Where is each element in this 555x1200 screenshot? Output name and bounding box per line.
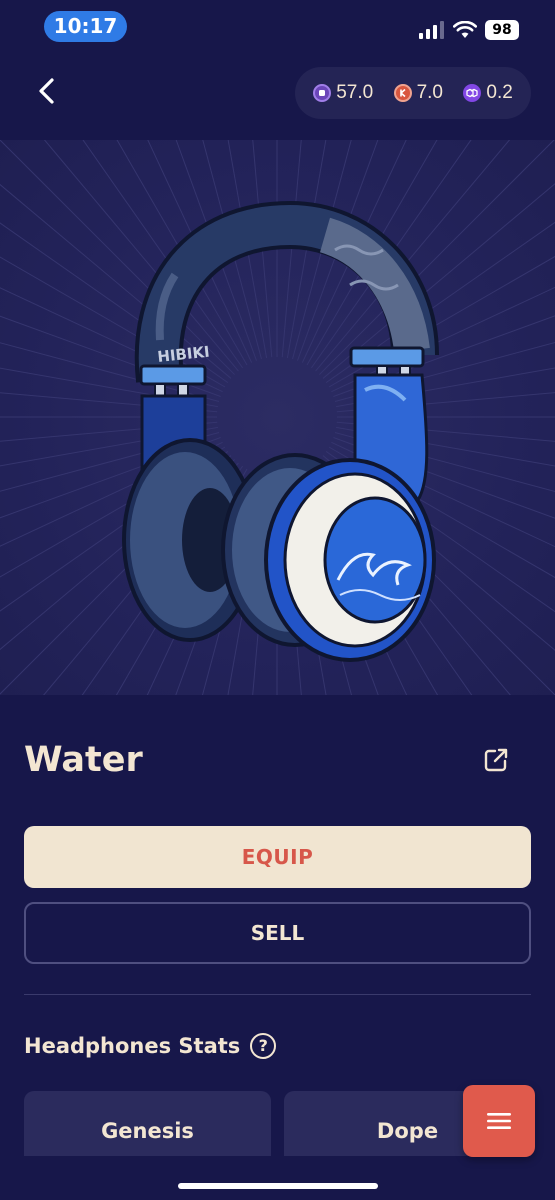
purple-token-icon [313,84,332,102]
balance-purple-value: 57.0 [336,82,374,103]
headphones-illustration: HIBIKI [0,140,555,695]
sell-button[interactable]: SELL [24,902,531,964]
battery-indicator: 98 [485,20,519,40]
stats-heading: Headphones Stats ? [24,1033,277,1059]
token-balances[interactable]: 57.0 7.0 0.2 [295,67,531,119]
status-bar: 10:17 98 [0,0,555,52]
signal-icon [419,21,444,39]
item-image: HIBIKI [0,140,555,695]
section-divider [24,994,531,995]
balance-purple-token: 57.0 [313,82,373,104]
back-button[interactable] [30,74,64,108]
red-token-icon [393,84,412,102]
status-time: 10:17 [44,11,127,42]
menu-button[interactable] [463,1085,535,1157]
balance-polygon-token: 0.2 [463,82,513,104]
balance-polygon-value: 0.2 [486,82,513,103]
bottom-safe-area [0,1156,555,1200]
help-icon[interactable]: ? [250,1033,277,1059]
wifi-icon [453,21,477,38]
system-icons: 98 [419,20,519,40]
hamburger-menu-icon [487,1113,511,1129]
chevron-left-icon [39,78,54,104]
balance-red-token: 7.0 [393,82,443,104]
equip-button[interactable]: EQUIP [24,826,531,888]
balance-red-value: 7.0 [416,82,443,103]
item-name: Water [24,740,143,780]
share-button[interactable] [482,746,510,774]
header: 57.0 7.0 0.2 [0,62,555,122]
polygon-icon [463,84,482,102]
home-indicator [178,1183,378,1189]
external-link-icon [484,748,508,772]
stats-heading-label: Headphones Stats [24,1034,241,1058]
